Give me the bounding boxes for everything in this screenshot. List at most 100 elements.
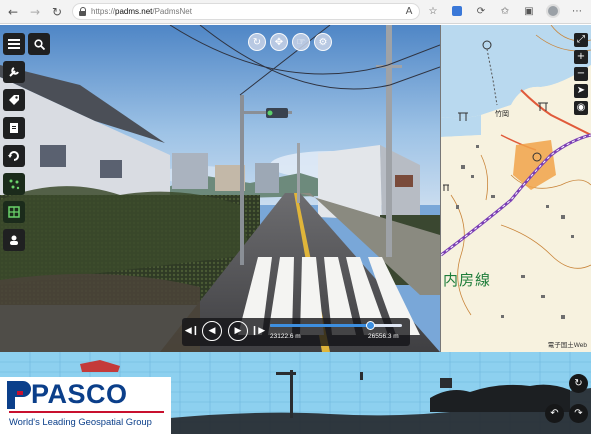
- map-marker-button[interactable]: ◉: [574, 101, 588, 115]
- skip-end-icon: ❙▶: [250, 326, 266, 336]
- pan-view-button[interactable]: ☞: [292, 33, 310, 51]
- skip-start-icon: ◀❙: [184, 326, 200, 336]
- harbor-water: [441, 115, 481, 137]
- skip-end-button[interactable]: ❙▶: [250, 321, 266, 341]
- step-forward-icon: ▶: [234, 326, 242, 336]
- hand-icon: ☞: [296, 36, 306, 48]
- lock-icon: [79, 7, 87, 16]
- profile-rotate-button[interactable]: ↻: [569, 374, 588, 393]
- grid-button[interactable]: [3, 201, 25, 223]
- favorite-star-icon[interactable]: ☆: [425, 3, 441, 19]
- ground-near: [0, 273, 200, 352]
- wrench-icon: [9, 67, 19, 77]
- logo-tagline: World's Leading Geospatial Group: [9, 416, 152, 427]
- url-host: padms.net: [115, 7, 153, 16]
- extension-icon[interactable]: [449, 3, 465, 19]
- playback-bar: ◀❙ ◀ ▶ ❙▶ 23122.6 m 26556.3 m: [182, 318, 410, 346]
- refresh-extension-icon[interactable]: ⟳: [473, 3, 489, 19]
- profile-signal: [276, 372, 296, 375]
- map-fullscreen-button[interactable]: ⤢: [574, 33, 588, 47]
- more-menu-icon[interactable]: ⋯: [569, 3, 585, 19]
- url-scheme: https://: [91, 7, 116, 16]
- move-view-button[interactable]: ✥: [270, 33, 288, 51]
- rotate-icon: ↻: [574, 378, 583, 389]
- distance-slider[interactable]: [270, 321, 402, 330]
- left-toolbar: [3, 33, 25, 257]
- view-controls: ↻ ✥ ☞ ⚙: [248, 33, 332, 51]
- zoom-out-icon: −: [576, 68, 586, 79]
- right-building-window: [395, 175, 413, 187]
- search-button[interactable]: [28, 33, 50, 55]
- left-house-window: [40, 145, 66, 167]
- distant-pole: [297, 143, 300, 203]
- gear-icon: ⚙: [318, 36, 328, 48]
- left-house-window: [100, 160, 122, 178]
- logo-wordmark: PASCO: [31, 379, 128, 409]
- utility-pole: [386, 25, 392, 257]
- layer-tool-button[interactable]: [3, 61, 25, 83]
- back-button[interactable]: ←: [4, 3, 22, 21]
- favorites-icon[interactable]: ✩: [497, 3, 513, 19]
- zoom-out-button[interactable]: −: [574, 67, 588, 81]
- logo-divider: [9, 411, 164, 413]
- end-distance: 26556.3 m: [368, 333, 399, 340]
- forward-button[interactable]: →: [26, 3, 44, 21]
- distance-slider-fill: [270, 324, 371, 327]
- search-icon: [33, 38, 45, 50]
- redo-icon: ↷: [574, 408, 583, 419]
- point-cloud-button[interactable]: [3, 173, 25, 195]
- settings-button[interactable]: ⚙: [314, 33, 332, 51]
- rotate-tool-button[interactable]: [3, 145, 25, 167]
- point-cloud-icon: [9, 179, 20, 190]
- distance-slider-handle[interactable]: [365, 321, 375, 330]
- profile-next-button[interactable]: ↷: [569, 404, 588, 423]
- locate-button[interactable]: ➤: [574, 84, 588, 98]
- url-path: /PadmsNet: [152, 7, 192, 16]
- browser-toolbar: ← → ↻ https://padms.net/PadmsNet A ☆ ⟳ ✩…: [0, 0, 591, 24]
- distant-building: [172, 153, 208, 189]
- traffic-signal-pole: [240, 95, 244, 265]
- map-panel[interactable]: 竹岡 内房線 電子国土Web ⤢ + − ➤ ◉: [440, 25, 591, 352]
- zoom-in-icon: +: [576, 51, 586, 62]
- locate-icon: ➤: [576, 85, 586, 96]
- map-canvas: [441, 25, 591, 352]
- grid-icon: [8, 206, 20, 218]
- fullscreen-icon: ⤢: [577, 34, 585, 45]
- step-forward-button[interactable]: ▶: [228, 321, 248, 341]
- profile-marker: [360, 372, 363, 380]
- address-bar[interactable]: https://padms.net/PadmsNet: [72, 3, 420, 20]
- document-button[interactable]: [3, 117, 25, 139]
- place-label: 竹岡: [495, 111, 509, 118]
- map-controls: ⤢ + − ➤ ◉: [574, 33, 588, 118]
- document-icon: [10, 123, 18, 133]
- rotate-view-button[interactable]: ↻: [248, 33, 266, 51]
- profile-prev-button[interactable]: ↶: [545, 404, 564, 423]
- rotate-icon: ↻: [252, 36, 262, 48]
- move-icon: ✥: [274, 36, 284, 48]
- menu-button[interactable]: [3, 33, 25, 55]
- start-distance: 23122.6 m: [270, 333, 301, 340]
- pasco-emblem-icon: [7, 381, 31, 409]
- menu-icon: [8, 39, 20, 49]
- reader-view-icon[interactable]: A: [401, 3, 417, 19]
- undo-icon: ↶: [550, 408, 559, 419]
- rotate-icon: [8, 151, 19, 161]
- distant-building: [255, 163, 279, 193]
- skip-start-button[interactable]: ◀❙: [184, 321, 200, 341]
- pin-icon: ◉: [576, 102, 586, 113]
- profile-pole: [290, 370, 293, 418]
- street-scene: [0, 25, 440, 352]
- tag-tool-button[interactable]: [3, 89, 25, 111]
- collections-icon[interactable]: ▣: [521, 3, 537, 19]
- reload-button[interactable]: ↻: [48, 3, 66, 21]
- company-logo: PASCO World's Leading Geospatial Group: [0, 377, 171, 434]
- zoom-in-button[interactable]: +: [574, 50, 588, 64]
- map-credit: 電子国土Web: [547, 342, 587, 349]
- user-button[interactable]: [3, 229, 25, 251]
- step-back-icon: ◀: [208, 326, 216, 336]
- profile-object: [440, 378, 452, 388]
- street-view-panel[interactable]: ↻ ✥ ☞ ⚙ ◀❙ ◀ ▶ ❙▶ 23122.6 m 26556.3 m: [0, 25, 440, 352]
- traffic-light-green: [267, 110, 273, 116]
- step-back-button[interactable]: ◀: [202, 321, 222, 341]
- profile-avatar[interactable]: [545, 3, 561, 19]
